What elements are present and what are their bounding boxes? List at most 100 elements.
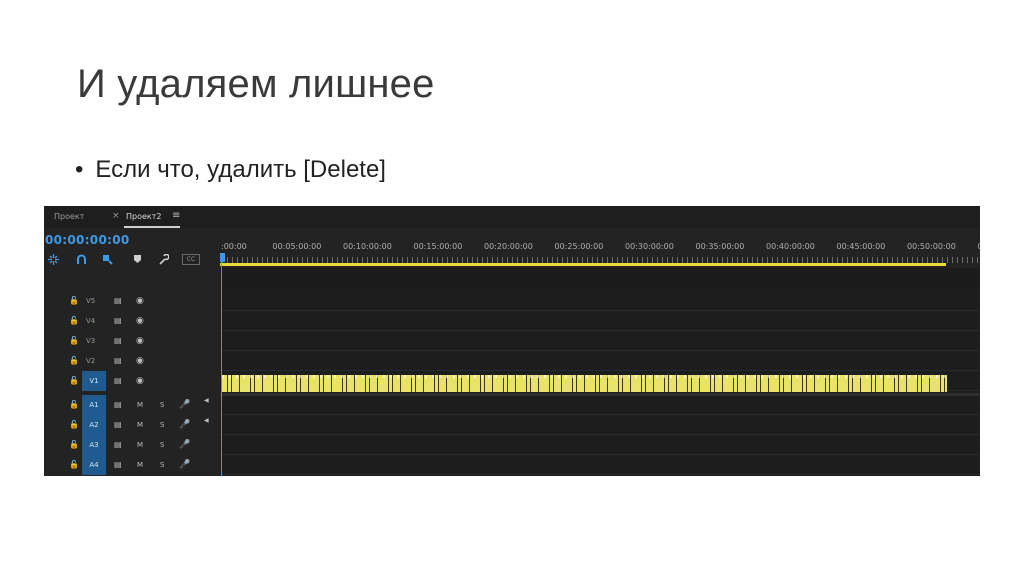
solo-button[interactable]: S [160,421,164,429]
track-name[interactable]: V2 [86,357,95,365]
close-icon[interactable]: × [112,211,120,221]
slide-title: И удаляем лишнее [77,62,435,106]
ruler-label: 00:50:00:00 [907,242,956,251]
ruler-label: 00:10:00:00 [343,242,392,251]
bullet-item: • Если что, удалить [Delete] [75,156,386,184]
sync-lock-icon[interactable]: ▤ [114,440,122,449]
track-header-v4[interactable]: 🔓 V4 ▤ ◉ [44,311,220,331]
sync-lock-icon[interactable]: ▤ [114,296,122,305]
track-header-a1[interactable]: 🔓 A1 ▤ M S 🎤 ◀ [44,395,220,415]
captions-icon[interactable]: CC [182,254,200,265]
lock-icon[interactable]: 🔓 [69,440,79,449]
sync-lock-icon[interactable]: ▤ [114,356,122,365]
track-name[interactable]: V3 [86,337,95,345]
eye-icon[interactable]: ◉ [136,336,144,346]
solo-button[interactable]: S [160,401,164,409]
track-lane-v3[interactable] [220,331,980,351]
mic-icon[interactable]: 🎤 [179,460,190,470]
track-header-v1[interactable]: 🔓 V1 ▤ ◉ [44,371,220,391]
track-lane-v4[interactable] [220,311,980,331]
sync-lock-icon[interactable]: ▤ [114,316,122,325]
track-header-v5[interactable]: 🔓 V5 ▤ ◉ [44,291,220,311]
ruler-label: 00:15:00:00 [413,242,463,251]
track-name[interactable]: A3 [82,435,106,455]
marker-icon[interactable] [130,252,144,266]
sync-lock-icon[interactable]: ▤ [114,460,122,469]
sync-lock-icon[interactable]: ▤ [114,336,122,345]
mic-icon[interactable]: 🎤 [179,420,190,430]
video-clip-v1[interactable] [222,375,947,392]
track-header-v2[interactable]: 🔓 V2 ▤ ◉ [44,351,220,371]
bullet-text: Если что, удалить [Delete] [95,156,386,183]
eye-icon[interactable]: ◉ [136,296,144,306]
playhead-timecode[interactable]: 00:00:00:00 [45,233,130,247]
track-lane-a4[interactable] [220,455,980,475]
bullet-dot: • [75,156,84,183]
work-area-bar[interactable] [220,263,946,266]
sync-lock-icon[interactable]: ▤ [114,420,122,429]
source-patch-arrow-icon[interactable]: ◀ [204,417,209,424]
timeline-header: 00:00:00:00 CC [44,228,220,291]
panel-menu-icon[interactable]: ≡ [172,210,180,221]
mute-button[interactable]: M [137,441,143,449]
track-lane-a3[interactable] [220,435,980,455]
track-header-a2[interactable]: 🔓 A2 ▤ M S 🎤 ◀ [44,415,220,435]
ruler-label: 00:35:00:00 [695,242,745,251]
sync-lock-icon[interactable]: ▤ [114,376,122,385]
ruler-label: 00:20:00:00 [484,242,533,251]
track-name[interactable]: V1 [82,371,106,391]
lock-icon[interactable]: 🔓 [69,376,79,385]
time-ruler[interactable]: :00:00 00:05:00:00 00:10:00:00 00:15:00:00 0… [220,228,980,268]
eye-icon[interactable]: ◉ [136,356,144,366]
lock-icon[interactable]: 🔓 [69,296,79,305]
solo-button[interactable]: S [160,441,164,449]
ruler-label: 00:30:00:00 [625,242,674,251]
lock-icon[interactable]: 🔓 [69,356,79,365]
solo-button[interactable]: S [160,461,164,469]
track-name[interactable]: V5 [86,297,95,305]
panel-tab-bar: Проект × Проект2 ≡ [44,206,980,229]
track-name[interactable]: A2 [82,415,106,435]
lock-icon[interactable]: 🔓 [69,336,79,345]
lock-icon[interactable]: 🔓 [69,400,79,409]
sync-lock-icon[interactable]: ▤ [114,400,122,409]
tab-project[interactable]: Проект [54,212,84,221]
tab-project2[interactable]: Проект2 [126,212,162,221]
track-lane-a2[interactable] [220,415,980,435]
track-name[interactable]: A1 [82,395,106,415]
track-header-a4[interactable]: 🔓 A4 ▤ M S 🎤 [44,455,220,475]
source-patch-arrow-icon[interactable]: ◀ [204,397,209,404]
timeline-panel-screenshot: Проект × Проект2 ≡ 00:00:00:00 CC:00:00… [44,206,980,476]
insert-sequence-icon[interactable] [100,252,114,266]
eye-icon[interactable]: ◉ [136,316,144,326]
mute-button[interactable]: M [137,401,143,409]
ruler-label: 00:40:00:00 [766,242,815,251]
linked-selection-icon[interactable] [74,252,88,266]
clip-edit-points [222,375,947,378]
lock-icon[interactable]: 🔓 [69,460,79,469]
track-name[interactable]: V4 [86,317,95,325]
lock-icon[interactable]: 🔓 [69,420,79,429]
eye-icon[interactable]: ◉ [136,376,144,386]
mute-button[interactable]: M [137,421,143,429]
track-lane-v2[interactable] [220,351,980,371]
track-lane-v5[interactable] [220,291,980,311]
lock-icon[interactable]: 🔓 [69,316,79,325]
ruler-label: 00:45:00:00 [836,242,886,251]
mic-icon[interactable]: 🎤 [179,400,190,410]
ruler-label: 00 [978,242,981,251]
track-header-v3[interactable]: 🔓 V3 ▤ ◉ [44,331,220,351]
playhead-line[interactable] [221,253,222,476]
track-header-a3[interactable]: 🔓 A3 ▤ M S 🎤 [44,435,220,455]
track-name[interactable]: A4 [82,455,106,475]
snap-icon[interactable] [46,252,60,266]
mic-icon[interactable]: 🎤 [179,440,190,450]
ruler-label: 00:05:00:00 [272,242,322,251]
mute-button[interactable]: M [137,461,143,469]
track-lane-a1[interactable] [220,395,980,415]
ruler-labels: :00:00 00:05:00:00 00:10:00:00 00:15:00:00 0… [220,242,980,254]
track-area[interactable] [220,268,980,476]
track-headers: 🔓 V5 ▤ ◉ 🔓 V4 ▤ ◉ 🔓 V3 ▤ ◉ 🔓 V2 ▤ ◉ 🔓 V1 ▤ ◉ 🔓 A1 ▤ M S 🎤 ◀ 🔓 A2 ▤ M S 🎤… [44,291,220,476]
wrench-icon[interactable] [156,252,170,266]
ruler-label: 00:25:00:00 [554,242,604,251]
